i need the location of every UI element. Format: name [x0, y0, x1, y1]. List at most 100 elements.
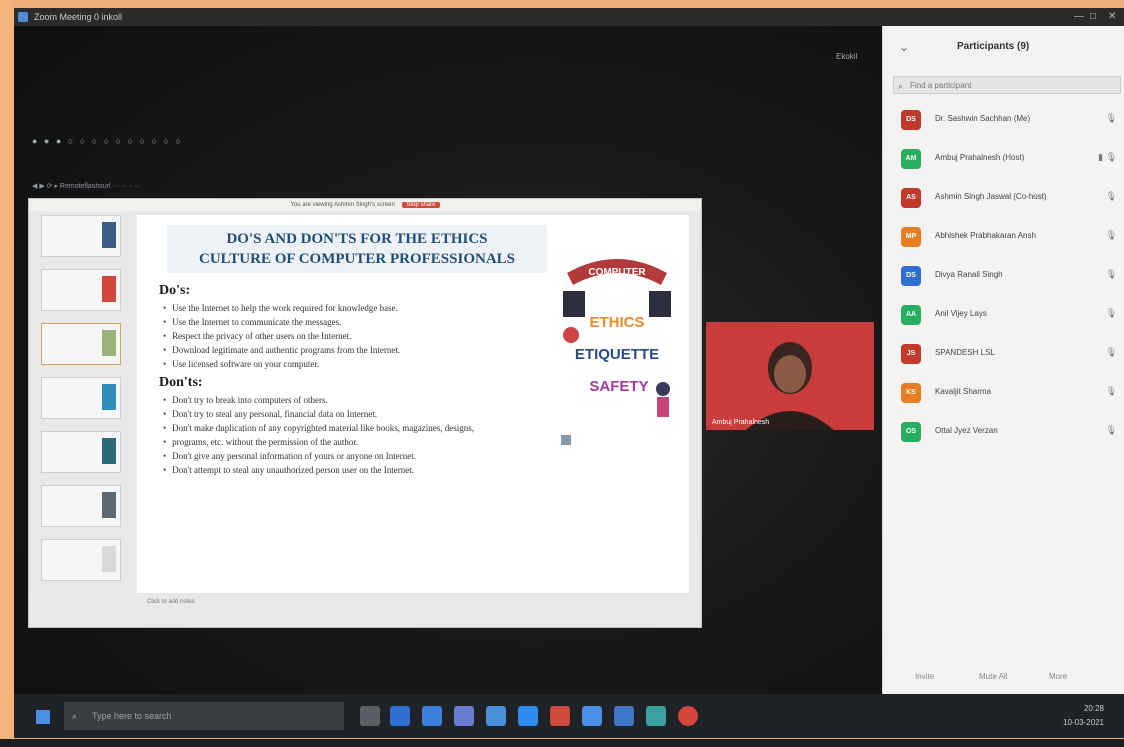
- participant-name: Kavaljit Sharma: [935, 387, 992, 396]
- collapse-chevron-icon[interactable]: ⌄: [899, 40, 909, 54]
- windows-start-icon[interactable]: [36, 710, 50, 724]
- participants-title: Participants (9): [957, 41, 1030, 52]
- participant-name: SPANDESH LSL: [935, 348, 995, 357]
- invite-button[interactable]: Invite: [915, 672, 934, 681]
- stop-share-button[interactable]: Stop share: [402, 202, 440, 208]
- browser-toolbar-dots: ● ● ● ○ ○ ○ ○ ○ ○ ○ ○ ○ ○: [32, 136, 183, 146]
- mic-muted-icon: 🎙: [1105, 386, 1117, 396]
- participant-name: Dr. Sashwin Sachhan (Me): [935, 114, 1031, 123]
- more-button[interactable]: More: [1049, 672, 1067, 681]
- presenter-name-label: Ambuj Prahalnesh: [712, 419, 770, 426]
- participant-row[interactable]: DS Dr. Sashwin Sachhan (Me) 🎙: [893, 106, 1124, 132]
- slide-thumbnail[interactable]: [41, 377, 121, 419]
- slide-thumbnail[interactable]: [41, 269, 121, 311]
- participant-name: Ashmin Singh Jaswal (Co-host): [935, 192, 1047, 201]
- participants-header: ⌄ Participants (9): [883, 26, 1124, 70]
- participant-name: Ambuj Prahalnesh (Host): [935, 153, 1025, 162]
- participant-avatar: AS: [901, 188, 921, 208]
- taskbar-search-input[interactable]: ⌕ Type here to search: [64, 702, 344, 730]
- person-body: [657, 397, 669, 417]
- donts-item: Don't give any personal information of y…: [163, 449, 663, 463]
- participant-search-placeholder: Find a participant: [910, 81, 972, 90]
- person-icon: [656, 382, 670, 396]
- computer-ethics-illustration: COMPUTER ETHICS ETIQUETTE SAFETY: [557, 239, 677, 449]
- close-icon[interactable]: ✕: [1108, 8, 1116, 26]
- app-icon[interactable]: [550, 706, 570, 726]
- tray-time: 20:28: [1083, 704, 1104, 713]
- mic-muted-icon: 🎙: [1105, 308, 1117, 318]
- browser-url-bar: ◀ ▶ ⟳ ▸ Remoteflashsurl ··· ·· ·· ··: [32, 183, 140, 190]
- edge-browser-icon[interactable]: [390, 706, 410, 726]
- participant-row[interactable]: MP Abhishek Prabhakaran Ansh 🎙: [893, 223, 1124, 249]
- participant-row[interactable]: KS Kavaljit Sharma 🎙: [893, 379, 1124, 405]
- slide-thumbnail[interactable]: [41, 539, 121, 581]
- slide-canvas: DO'S AND DON'TS FOR THE ETHICS CULTURE O…: [137, 215, 689, 593]
- mic-muted-icon: 🎙: [1105, 230, 1117, 240]
- presenter-silhouette: [706, 322, 874, 430]
- participant-name: Ottal Jyez Verzan: [935, 426, 998, 435]
- participants-footer: Invite Mute All More: [883, 660, 1124, 694]
- slide-title-line1: DO'S AND DON'TS FOR THE ETHICS: [226, 231, 488, 247]
- presenter-video-tile[interactable]: Ambuj Prahalnesh: [706, 322, 874, 430]
- file-explorer-icon[interactable]: [422, 706, 442, 726]
- dos-heading: Do's:: [159, 283, 191, 298]
- participant-avatar: MP: [901, 227, 921, 247]
- store-icon[interactable]: [454, 706, 474, 726]
- minimize-icon[interactable]: —: [1074, 8, 1084, 26]
- participant-row[interactable]: OS Ottal Jyez Verzan 🎙: [893, 418, 1124, 444]
- zoom-taskbar-icon[interactable]: [518, 706, 538, 726]
- video-and-mic-icon: ▮ 🎙: [1098, 152, 1117, 162]
- mic-muted-icon: 🎙: [1105, 113, 1117, 123]
- system-tray-clock[interactable]: 20:28 10-03-2021: [1063, 702, 1104, 730]
- participant-avatar: OS: [901, 422, 921, 442]
- maximize-icon[interactable]: □: [1090, 8, 1096, 26]
- participant-row[interactable]: AM Ambuj Prahalnesh (Host) ▮ 🎙: [893, 145, 1124, 171]
- app-icon[interactable]: [614, 706, 634, 726]
- participant-avatar: AA: [901, 305, 921, 325]
- search-icon: ⌕: [72, 711, 78, 721]
- share-banner: You are viewing Ashmin Singh's screen St…: [29, 199, 701, 211]
- mic-muted-icon: 🎙: [1105, 425, 1117, 435]
- participant-avatar: KS: [901, 383, 921, 403]
- art-ribbon-text: COMPUTER: [588, 267, 646, 278]
- monitor-icon: [563, 291, 585, 317]
- search-icon: ⌕: [898, 81, 904, 91]
- donts-heading: Don'ts:: [159, 375, 203, 390]
- participant-avatar: DS: [901, 266, 921, 286]
- art-ethics-text: ETHICS: [589, 314, 644, 331]
- participant-row[interactable]: JS SPANDESH LSL 🎙: [893, 340, 1124, 366]
- mail-icon[interactable]: [486, 706, 506, 726]
- mic-muted-icon: 🎙: [1105, 269, 1117, 279]
- monitor-screen: Zoom Meeting 0 inkoll — □ ✕ Ekokil ● ● ●…: [14, 8, 1124, 738]
- participant-row[interactable]: AS Ashmin Singh Jaswal (Co-host) 🎙: [893, 184, 1124, 210]
- slide-thumbnail[interactable]: [41, 485, 121, 527]
- slide-notes-placeholder[interactable]: Click to add notes: [147, 599, 195, 605]
- participant-row[interactable]: DS Divya Ranali Singh 🎙: [893, 262, 1124, 288]
- participant-name: Anil Vijey Lays: [935, 309, 987, 318]
- slide-title: DO'S AND DON'TS FOR THE ETHICS CULTURE O…: [167, 225, 547, 273]
- participant-name: Abhishek Prabhakaran Ansh: [935, 231, 1036, 240]
- art-etiquette-text: ETIQUETTE: [575, 346, 659, 363]
- monitor-icon: [649, 291, 671, 317]
- zoom-app-icon: [18, 12, 28, 22]
- task-view-icon[interactable]: [360, 706, 380, 726]
- participants-panel: ⌄ Participants (9) ⌕ Find a participant …: [882, 26, 1124, 694]
- participant-avatar: DS: [901, 110, 921, 130]
- participant-row[interactable]: AA Anil Vijey Lays 🎙: [893, 301, 1124, 327]
- slide-thumbnail[interactable]: [41, 215, 121, 257]
- share-banner-text: You are viewing Ashmin Singh's screen: [290, 202, 395, 208]
- window-title-bar: Zoom Meeting 0 inkoll — □ ✕: [14, 8, 1124, 26]
- app-icon[interactable]: [582, 706, 602, 726]
- app-icon[interactable]: [646, 706, 666, 726]
- taskbar-search-placeholder: Type here to search: [92, 711, 172, 721]
- mic-muted-icon: 🎙: [1105, 347, 1117, 357]
- participant-search-input[interactable]: ⌕ Find a participant: [893, 76, 1121, 94]
- photo-frame-left: [0, 0, 14, 747]
- slide-title-line2: CULTURE OF COMPUTER PROFESSIONALS: [198, 251, 516, 267]
- participant-name: Divya Ranali Singh: [935, 270, 1003, 279]
- slide-thumbnail-selected[interactable]: [41, 323, 121, 365]
- slide-thumbnail[interactable]: [41, 431, 121, 473]
- tray-date: 10-03-2021: [1063, 718, 1104, 727]
- chrome-icon[interactable]: [678, 706, 698, 726]
- mute-all-button[interactable]: Mute All: [979, 672, 1007, 681]
